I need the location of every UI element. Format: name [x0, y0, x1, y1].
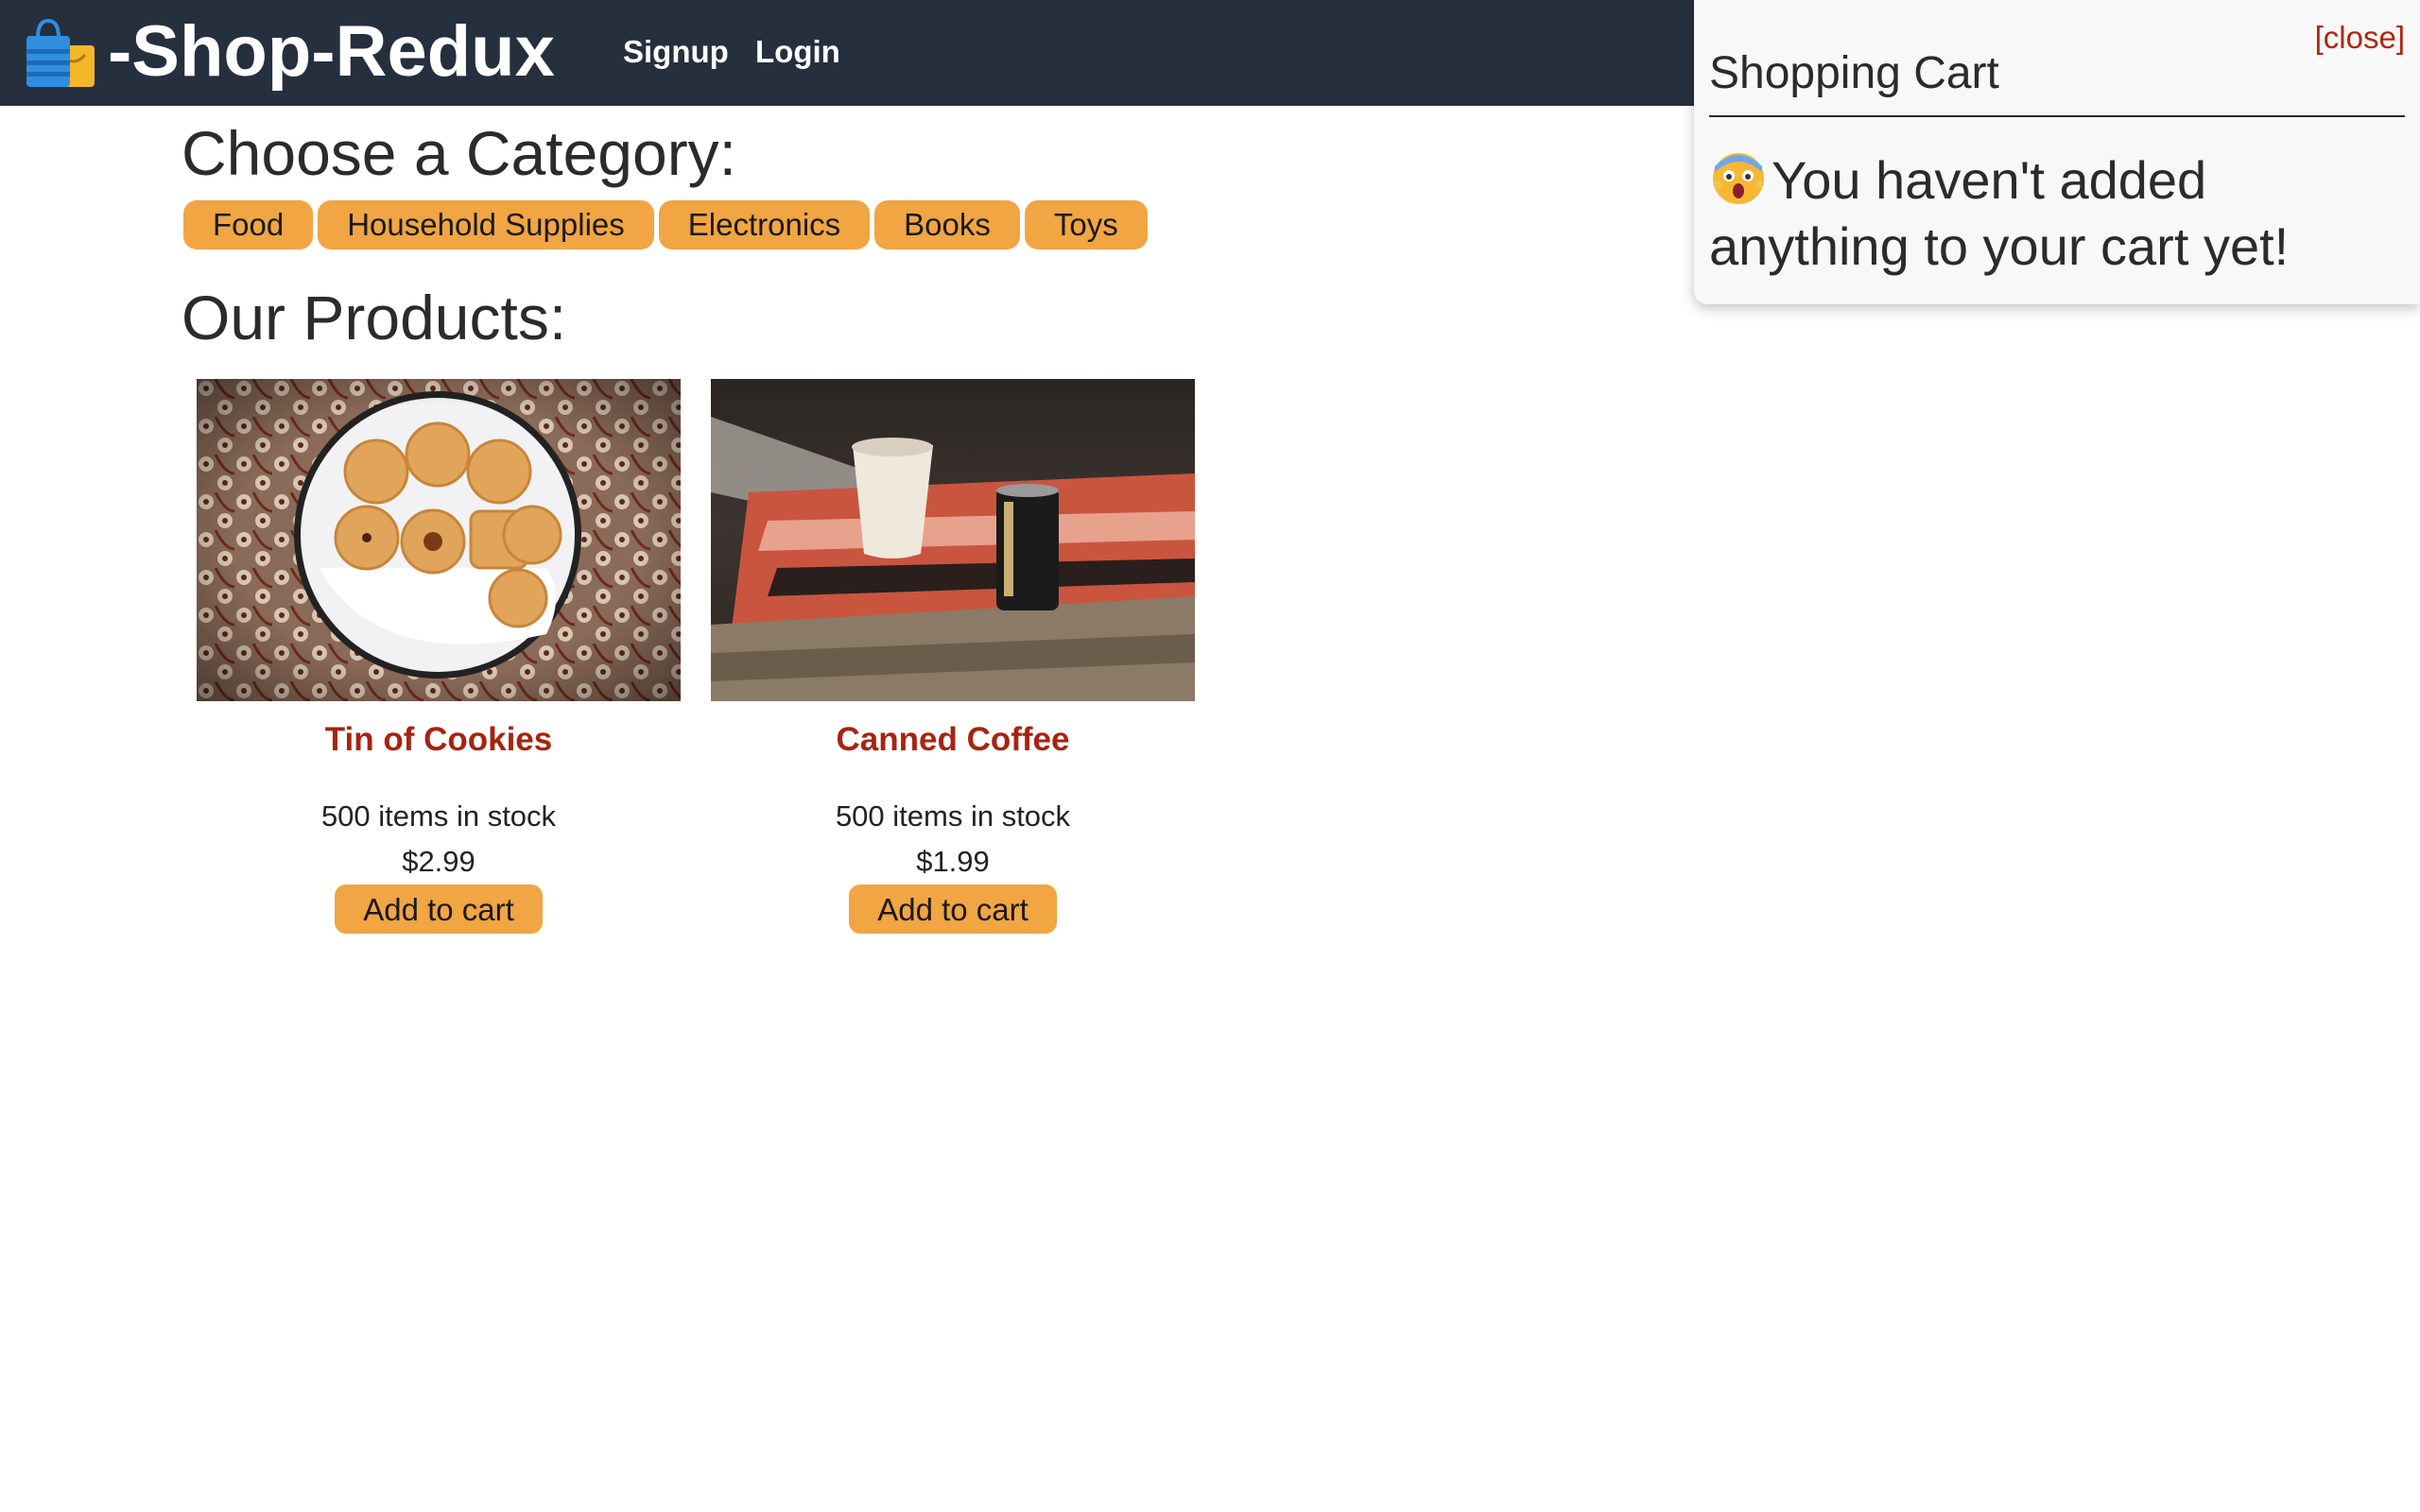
category-button-books[interactable]: Books — [874, 200, 1020, 249]
site-title[interactable]: -Shop-Redux — [108, 11, 555, 93]
product-card: Canned Coffee 500 items in stock $1.99 A… — [711, 379, 1195, 934]
shopping-bags-icon[interactable] — [25, 17, 98, 89]
product-price: $2.99 — [402, 845, 475, 878]
nav-signup-link[interactable]: Signup — [623, 32, 729, 72]
cart-empty-message: You haven't added anything to your cart … — [1709, 147, 2409, 280]
cart-title: Shopping Cart — [1709, 48, 1999, 98]
category-button-household-supplies[interactable]: Household Supplies — [318, 200, 654, 249]
category-heading: Choose a Category: — [182, 118, 737, 188]
cart-close-link[interactable]: [close] — [2315, 19, 2405, 57]
add-to-cart-button[interactable]: Add to cart — [335, 885, 543, 934]
product-stock: 500 items in stock — [320, 799, 557, 833]
category-list: Food Household Supplies Electronics Book… — [183, 200, 1148, 249]
product-name-link[interactable]: Canned Coffee — [711, 718, 1195, 762]
add-to-cart-button[interactable]: Add to cart — [849, 885, 1057, 934]
cart-empty-text: You haven't added anything to your cart … — [1709, 150, 2290, 276]
product-name-link[interactable]: Tin of Cookies — [197, 718, 681, 762]
category-button-food[interactable]: Food — [183, 200, 314, 249]
products-heading: Our Products: — [182, 283, 567, 352]
product-image-coffee[interactable] — [711, 379, 1195, 701]
product-card: Tin of Cookies 500 items in stock $2.99 … — [197, 379, 681, 934]
category-button-toys[interactable]: Toys — [1024, 200, 1148, 249]
product-price: $1.99 — [916, 845, 990, 878]
product-stock: 500 items in stock — [835, 799, 1071, 833]
shopping-cart-panel: [close] Shopping Cart You haven't added … — [1694, 0, 2420, 304]
nav-login-link[interactable]: Login — [755, 32, 840, 72]
cart-divider — [1709, 115, 2405, 117]
screaming-face-icon — [1713, 153, 1764, 204]
product-image-cookies[interactable] — [197, 379, 681, 701]
category-button-electronics[interactable]: Electronics — [658, 200, 871, 249]
